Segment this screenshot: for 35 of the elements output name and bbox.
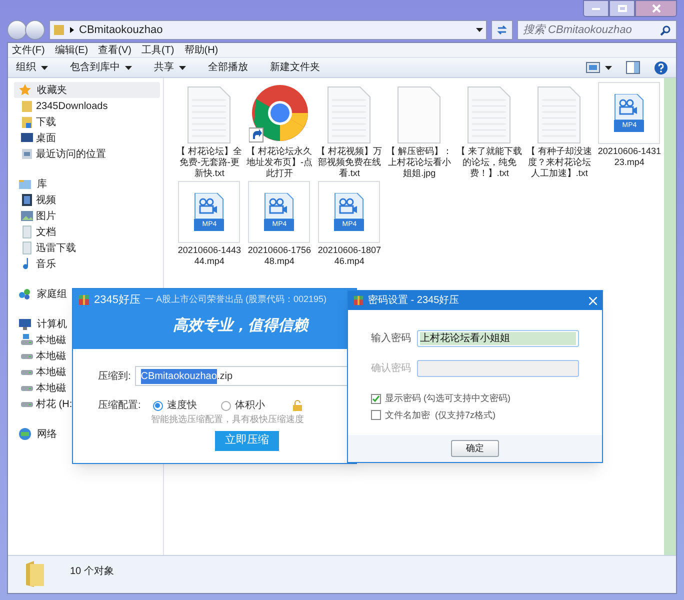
checkbox-label: 显示密码 (勾选可支持中文密码): [385, 392, 510, 405]
radio-label: 速度快: [166, 398, 197, 413]
sidebar-group-label: 库: [37, 178, 47, 192]
target-label: 压缩到:: [98, 370, 131, 384]
sidebar-item-label: 本地磁: [36, 350, 66, 364]
sidebar-group-label: 收藏夹: [37, 84, 67, 98]
search-placeholder: 搜索 CBmitaokouzhao: [523, 22, 633, 38]
sidebar-item-label: 视频: [36, 194, 56, 208]
item-count: 10 个对象: [70, 564, 114, 579]
config-label: 压缩配置:: [98, 398, 141, 413]
dialog-title: 密码设置 - 2345好压: [368, 294, 460, 308]
app-subtitle: 一 A股上市公司荣誉出品 (股票代码：002195): [144, 293, 327, 306]
sidebar-item-label: 村花 (H:: [36, 398, 72, 412]
hint-text: 智能挑选压缩配置，具有极快压缩速度: [150, 413, 305, 426]
sidebar-item-label: 迅雷下载: [36, 242, 76, 256]
sidebar-item-label: 2345Downloads: [36, 100, 108, 114]
field-label: 输入密码: [371, 332, 412, 346]
field-label: 确认密码: [371, 362, 412, 376]
slogan: 高效专业，值得信赖: [173, 316, 308, 336]
checkbox-label: 文件名加密 (仅支持7z格式): [385, 408, 496, 422]
sidebar-item-label: 本地磁: [36, 366, 66, 380]
sidebar-item-label: 桌面: [36, 132, 56, 146]
sidebar-item-label: 音乐: [36, 258, 56, 272]
sidebar-item-label: 最近访问的位置: [36, 148, 106, 162]
sidebar-group-label: 网络: [37, 428, 57, 442]
sidebar-item-label: 下载: [36, 116, 56, 130]
radio-label: 体积小: [234, 398, 265, 413]
app-name: 2345好压: [94, 292, 140, 308]
sidebar-group-label: 家庭组: [37, 288, 67, 302]
sidebar-item-label: 文档: [36, 226, 56, 240]
sidebar-item-label: 图片: [36, 210, 56, 224]
sidebar-item-label: 本地磁: [36, 334, 66, 348]
sidebar-item-label: 本地磁: [36, 382, 66, 396]
sidebar-group-label: 计算机: [37, 318, 67, 332]
folder-path: CBmitaokouzhao: [79, 22, 163, 38]
